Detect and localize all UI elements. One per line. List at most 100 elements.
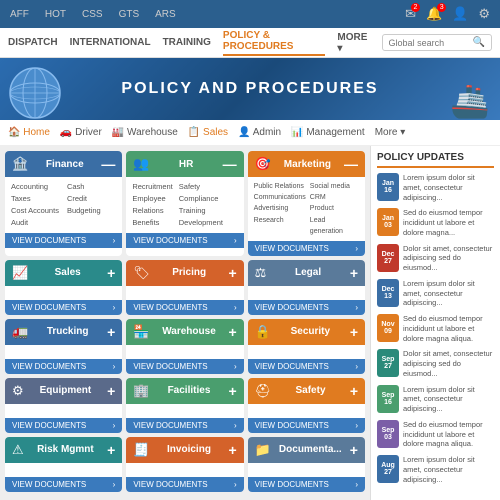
subnav-more[interactable]: More ▾ (375, 127, 406, 138)
card-sales[interactable]: 📈 Sales + VIEW DOCUMENTS› (5, 260, 122, 315)
sales-title: Sales (55, 267, 81, 278)
facilities-footer[interactable]: VIEW DOCUMENTS› (126, 418, 243, 433)
subnav-warehouse[interactable]: 🏭 Warehouse (112, 127, 178, 138)
subnav-driver[interactable]: 🚗 Driver (60, 127, 102, 138)
trucking-title: Trucking (47, 326, 89, 337)
nav-policy[interactable]: POLICY & PROCEDURES (223, 30, 325, 56)
card-risk[interactable]: ⚠ Risk Mgmnt + VIEW DOCUMENTS› (5, 437, 122, 492)
top-nav-css[interactable]: CSS (82, 9, 103, 20)
policy-item-7[interactable]: Sep16 Lorem ipsum dolor sit amet, consec… (377, 385, 494, 414)
bell-icon[interactable]: 🔔3 (426, 6, 442, 22)
main-layout: 🏦 Finance — AccountingTaxesCost Accounts… (0, 146, 500, 500)
card-invoicing[interactable]: 🧾 Invoicing + VIEW DOCUMENTS› (126, 437, 243, 492)
subnav-sales[interactable]: 📋 Sales (188, 127, 228, 138)
legal-plus[interactable]: + (350, 265, 358, 281)
warehouse-icon: 🏪 (133, 324, 149, 340)
card-facilities[interactable]: 🏢 Facilities + VIEW DOCUMENTS› (126, 378, 243, 433)
pricing-plus[interactable]: + (228, 265, 236, 281)
marketing-minus[interactable]: — (344, 156, 358, 172)
card-trucking[interactable]: 🚛 Trucking + VIEW DOCUMENTS› (5, 319, 122, 374)
warehouse-plus[interactable]: + (228, 324, 236, 340)
policy-text-5: Sed do eiusmod tempor incididunt ut labo… (403, 314, 494, 343)
ship-decoration: 🚢 (450, 82, 490, 120)
policy-item-4[interactable]: Dec13 Lorem ipsum dolor sit amet, consec… (377, 279, 494, 308)
safety-plus[interactable]: + (350, 383, 358, 399)
card-pricing[interactable]: 🏷 Pricing + VIEW DOCUMENTS› (126, 260, 243, 315)
settings-icon[interactable]: ⚙ (478, 6, 490, 22)
equipment-plus[interactable]: + (107, 383, 115, 399)
pricing-footer[interactable]: VIEW DOCUMENTS› (126, 300, 243, 315)
finance-footer[interactable]: VIEW DOCUMENTS› (5, 233, 122, 248)
risk-plus[interactable]: + (107, 442, 115, 458)
safety-footer[interactable]: VIEW DOCUMENTS› (248, 418, 365, 433)
top-nav-ars[interactable]: ARS (155, 9, 176, 20)
hr-footer[interactable]: VIEW DOCUMENTS› (126, 233, 243, 248)
legal-title: Legal (295, 267, 321, 278)
card-documentation[interactable]: 📁 Documenta... + VIEW DOCUMENTS› (248, 437, 365, 492)
policy-item-2[interactable]: Jan03 Sed do eiusmod tempor incididunt u… (377, 208, 494, 237)
equipment-icon: ⚙ (12, 383, 24, 399)
documentation-plus[interactable]: + (350, 442, 358, 458)
card-finance[interactable]: 🏦 Finance — AccountingTaxesCost Accounts… (5, 151, 122, 256)
invoicing-footer[interactable]: VIEW DOCUMENTS› (126, 477, 243, 492)
sales-footer[interactable]: VIEW DOCUMENTS› (5, 300, 122, 315)
facilities-icon: 🏢 (133, 383, 149, 399)
finance-minus[interactable]: — (101, 156, 115, 172)
nav-international[interactable]: INTERNATIONAL (70, 37, 151, 48)
policy-item-1[interactable]: Jan16 Lorem ipsum dolor sit amet, consec… (377, 173, 494, 202)
email-icon[interactable]: ✉2 (405, 6, 416, 22)
trucking-footer[interactable]: VIEW DOCUMENTS› (5, 359, 122, 374)
warehouse-footer[interactable]: VIEW DOCUMENTS› (126, 359, 243, 374)
equipment-footer[interactable]: VIEW DOCUMENTS› (5, 418, 122, 433)
nav-training[interactable]: TRAINING (163, 37, 211, 48)
subnav-home[interactable]: 🏠 Home (8, 127, 50, 138)
user-icon[interactable]: 👤 (452, 6, 468, 22)
documentation-footer[interactable]: VIEW DOCUMENTS› (248, 477, 365, 492)
search-icon[interactable]: 🔍 (473, 37, 485, 48)
globe-decoration (8, 66, 62, 120)
subnav-management[interactable]: 📊 Management (291, 127, 365, 138)
policy-text-3: Dolor sit amet, consectetur adipiscing s… (403, 244, 494, 273)
nav-more[interactable]: MORE ▾ (337, 32, 369, 54)
policy-text-1: Lorem ipsum dolor sit amet, consectetur … (403, 173, 494, 202)
card-security[interactable]: 🔒 Security + VIEW DOCUMENTS› (248, 319, 365, 374)
policy-item-8[interactable]: Sep03 Sed do eiusmod tempor incididunt u… (377, 420, 494, 449)
card-safety[interactable]: ⛑ Safety + VIEW DOCUMENTS› (248, 378, 365, 433)
card-warehouse[interactable]: 🏪 Warehouse + VIEW DOCUMENTS› (126, 319, 243, 374)
sub-nav: 🏠 Home 🚗 Driver 🏭 Warehouse 📋 Sales 👤 Ad… (0, 120, 500, 146)
nav-dispatch[interactable]: DISPATCH (8, 37, 58, 48)
marketing-footer[interactable]: VIEW DOCUMENTS› (248, 241, 365, 256)
security-plus[interactable]: + (350, 324, 358, 340)
hr-minus[interactable]: — (223, 156, 237, 172)
subnav-admin[interactable]: 👤 Admin (238, 127, 281, 138)
risk-icon: ⚠ (12, 442, 24, 458)
content-area: 🏦 Finance — AccountingTaxesCost Accounts… (0, 146, 370, 500)
policy-sidebar: POLICY UPDATES Jan16 Lorem ipsum dolor s… (370, 146, 500, 500)
top-nav-aff[interactable]: AFF (10, 9, 29, 20)
trucking-plus[interactable]: + (107, 324, 115, 340)
policy-item-5[interactable]: Nov09 Sed do eiusmod tempor incididunt u… (377, 314, 494, 343)
policy-item-9[interactable]: Aug27 Lorem ipsum dolor sit amet, consec… (377, 455, 494, 484)
card-legal[interactable]: ⚖ Legal + VIEW DOCUMENTS› (248, 260, 365, 315)
facilities-plus[interactable]: + (228, 383, 236, 399)
invoicing-plus[interactable]: + (228, 442, 236, 458)
policy-item-3[interactable]: Dec27 Dolor sit amet, consectetur adipis… (377, 244, 494, 273)
security-footer[interactable]: VIEW DOCUMENTS› (248, 359, 365, 374)
security-title: Security (291, 326, 330, 337)
policy-item-6[interactable]: Sep27 Dolor sit amet, consectetur adipis… (377, 349, 494, 378)
card-hr[interactable]: 👥 HR — RecruitmentEmployeeRelationsBenef… (126, 151, 243, 256)
finance-title: Finance (46, 159, 84, 170)
legal-footer[interactable]: VIEW DOCUMENTS› (248, 300, 365, 315)
card-equipment[interactable]: ⚙ Equipment + VIEW DOCUMENTS› (5, 378, 122, 433)
sales-icon: 📈 (12, 265, 28, 281)
sales-plus[interactable]: + (107, 265, 115, 281)
search-input[interactable] (389, 38, 469, 48)
trucking-icon: 🚛 (12, 324, 28, 340)
risk-footer[interactable]: VIEW DOCUMENTS› (5, 477, 122, 492)
marketing-title: Marketing (284, 159, 331, 170)
documentation-icon: 📁 (255, 442, 271, 458)
card-marketing[interactable]: 🎯 Marketing — Public RelationsCommunicat… (248, 151, 365, 256)
top-nav-gts[interactable]: GTS (119, 9, 140, 20)
top-nav-hot[interactable]: HOT (45, 9, 66, 20)
top-nav: AFF HOT CSS GTS ARS ✉2 🔔3 👤 ⚙ (0, 0, 500, 28)
